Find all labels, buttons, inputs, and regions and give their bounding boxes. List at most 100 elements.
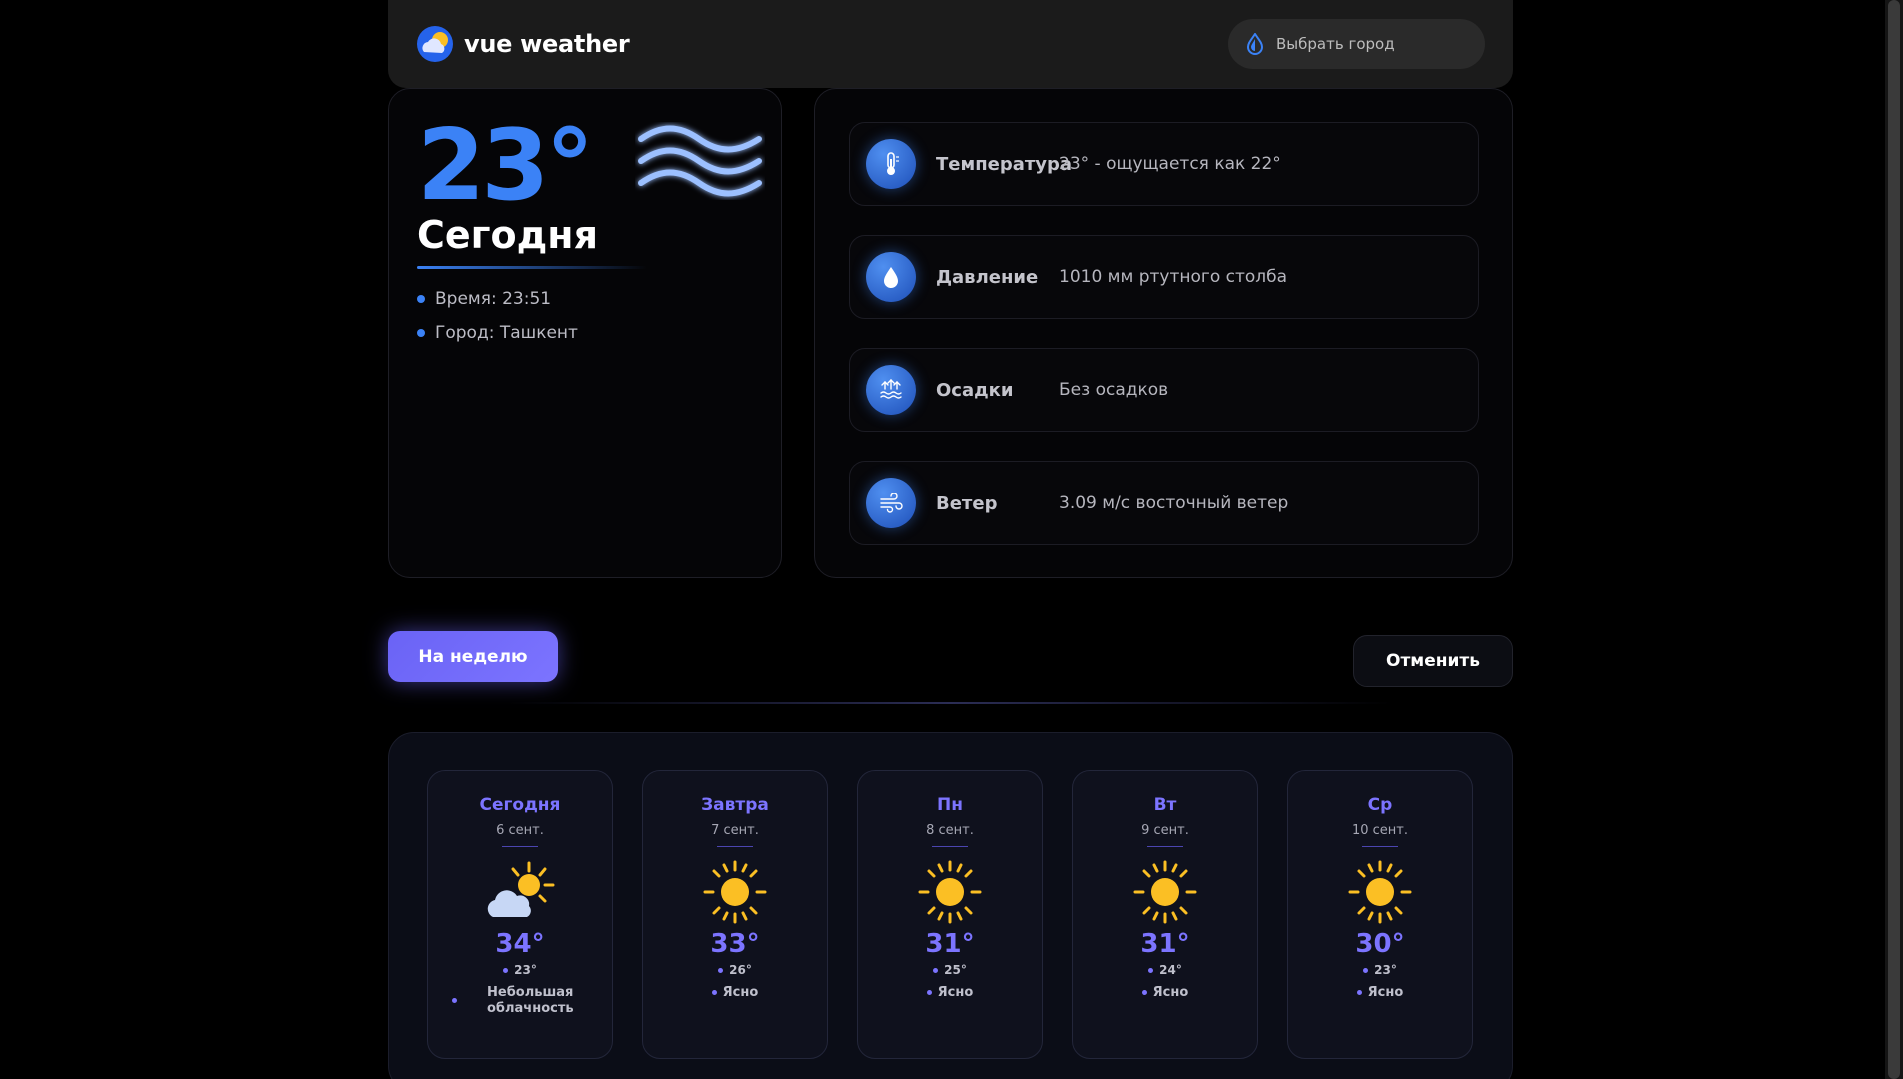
wind-icon: [866, 478, 916, 528]
forecast-low-temp-row: 25°: [858, 963, 1042, 977]
wind-waves-icon: [638, 125, 762, 197]
forecast-day-separator: [1147, 846, 1183, 847]
sun-icon: [918, 860, 982, 924]
section-divider: [508, 702, 1393, 704]
brand-name: vue weather: [464, 30, 630, 58]
bullet-dot: [1141, 990, 1147, 996]
forecast-low-temp: 26°: [729, 963, 752, 977]
forecast-desc-row: Ясно: [643, 985, 827, 1001]
forecast-low-temp-row: 26°: [643, 963, 827, 977]
forecast-desc: Ясно: [1152, 985, 1189, 1000]
today-underline: [417, 266, 647, 269]
time-text: Время: 23:51: [435, 289, 552, 309]
water-drop-icon: [866, 252, 916, 302]
forecast-low-temp: 23°: [1374, 963, 1397, 977]
detail-value: 1010 мм ртутного столба: [1059, 267, 1288, 287]
forecast-high-temp: 31°: [1140, 929, 1190, 959]
current-temperature: 23°: [417, 109, 594, 223]
forecast-day-card[interactable]: Вт 9 сент. 31° 24° Ясно: [1072, 770, 1258, 1059]
city-select-placeholder: Выбрать город: [1276, 35, 1395, 53]
today-label: Сегодня: [417, 213, 598, 257]
partly-cloudy-icon: [487, 861, 555, 917]
sun-icon: [703, 860, 767, 924]
forecast-day-name: Ср: [1367, 795, 1393, 815]
bullet-dot: [417, 295, 425, 303]
forecast-day-card[interactable]: Сегодня 6 сент. 34° 23° Небольшая облачн…: [427, 770, 613, 1059]
forecast-day-date: 6 сент.: [496, 823, 544, 838]
detail-label: Ветер: [936, 492, 998, 514]
sun-icon: [1348, 860, 1412, 924]
forecast-low-temp-row: 23°: [1288, 963, 1472, 977]
forecast-day-card[interactable]: Пн 8 сент. 31° 25° Ясно: [857, 770, 1043, 1059]
weather-details-card: Температура 23° - ощущается как 22° Давл…: [814, 88, 1513, 578]
forecast-day-name: Завтра: [701, 795, 769, 815]
forecast-day-name: Пн: [937, 795, 963, 815]
forecast-day-separator: [717, 846, 753, 847]
bullet-dot: [933, 967, 939, 973]
forecast-desc-row: Ясно: [1073, 985, 1257, 1001]
forecast-day-separator: [1362, 846, 1398, 847]
forecast-day-card[interactable]: Ср 10 сент. 30° 23° Ясно: [1287, 770, 1473, 1059]
city-text: Город: Ташкент: [435, 323, 578, 343]
detail-value: 23° - ощущается как 22°: [1059, 154, 1281, 174]
forecast-day-date: 10 сент.: [1351, 823, 1409, 838]
bullet-dot: [718, 967, 724, 973]
week-forecast-button[interactable]: На неделю: [388, 631, 558, 682]
brand[interactable]: vue weather: [416, 25, 630, 63]
forecast-day-name: Сегодня: [479, 795, 561, 815]
bullet-dot: [926, 990, 932, 996]
detail-label: Температура: [936, 153, 1073, 175]
forecast-low-temp: 25°: [944, 963, 967, 977]
forecast-desc-row: Ясно: [1288, 985, 1472, 1001]
forecast-high-temp: 31°: [925, 929, 975, 959]
forecast-low-temp: 23°: [514, 963, 537, 977]
forecast-desc-row: Небольшая облачность: [428, 985, 612, 1016]
scrollbar-thumb[interactable]: [1888, 0, 1900, 1079]
detail-value: Без осадков: [1059, 380, 1169, 400]
location-drop-icon: [1246, 33, 1264, 55]
forecast-desc: Ясно: [1367, 985, 1404, 1000]
forecast-day-separator: [932, 846, 968, 847]
forecast-day-card[interactable]: Завтра 7 сент. 33° 26° Ясно: [642, 770, 828, 1059]
city-info: Город: Ташкент: [417, 323, 578, 343]
city-select[interactable]: Выбрать город: [1228, 19, 1485, 69]
forecast-desc: Ясно: [722, 985, 759, 1000]
current-info-list: Время: 23:51 Город: Ташкент: [417, 289, 578, 357]
detail-row-precipitation: Осадки Без осадков: [849, 348, 1479, 432]
forecast-day-date: 8 сент.: [926, 823, 974, 838]
logo-icon: [417, 26, 453, 62]
forecast-day-date: 7 сент.: [711, 823, 759, 838]
forecast-desc: Ясно: [937, 985, 974, 1000]
forecast-day-separator: [502, 846, 538, 847]
detail-row-temperature: Температура 23° - ощущается как 22°: [849, 122, 1479, 206]
cancel-button[interactable]: Отменить: [1353, 635, 1513, 687]
bullet-dot: [1363, 967, 1369, 973]
detail-label: Осадки: [936, 379, 1014, 401]
thermometer-icon: [866, 139, 916, 189]
forecast-high-temp: 33°: [710, 929, 760, 959]
forecast-desc: Небольшая облачность: [487, 985, 574, 1016]
scrollbar-track[interactable]: [1885, 0, 1903, 1079]
forecast-panel: Сегодня 6 сент. 34° 23° Небольшая облачн…: [388, 732, 1513, 1079]
bullet-dot: [417, 329, 425, 337]
detail-row-pressure: Давление 1010 мм ртутного столба: [849, 235, 1479, 319]
forecast-low-temp-row: 24°: [1073, 963, 1257, 977]
precipitation-icon: [866, 365, 916, 415]
detail-row-wind: Ветер 3.09 м/с восточный ветер: [849, 461, 1479, 545]
bullet-dot: [452, 998, 457, 1004]
forecast-high-temp: 34°: [495, 929, 545, 959]
forecast-high-temp: 30°: [1355, 929, 1405, 959]
bullet-dot: [1148, 967, 1154, 973]
forecast-low-temp: 24°: [1159, 963, 1182, 977]
app-header: vue weather Выбрать город: [388, 0, 1513, 88]
bullet-dot: [711, 990, 717, 996]
forecast-low-temp-row: 23°: [428, 963, 612, 977]
forecast-day-name: Вт: [1153, 795, 1177, 815]
current-weather-card: 23° Сегодня Время: 23:51 Город: Ташкент: [388, 88, 782, 578]
bullet-dot: [1356, 990, 1362, 996]
sun-icon: [1133, 860, 1197, 924]
detail-label: Давление: [936, 266, 1039, 288]
detail-value: 3.09 м/с восточный ветер: [1059, 493, 1289, 513]
time-info: Время: 23:51: [417, 289, 578, 309]
bullet-dot: [503, 967, 509, 973]
